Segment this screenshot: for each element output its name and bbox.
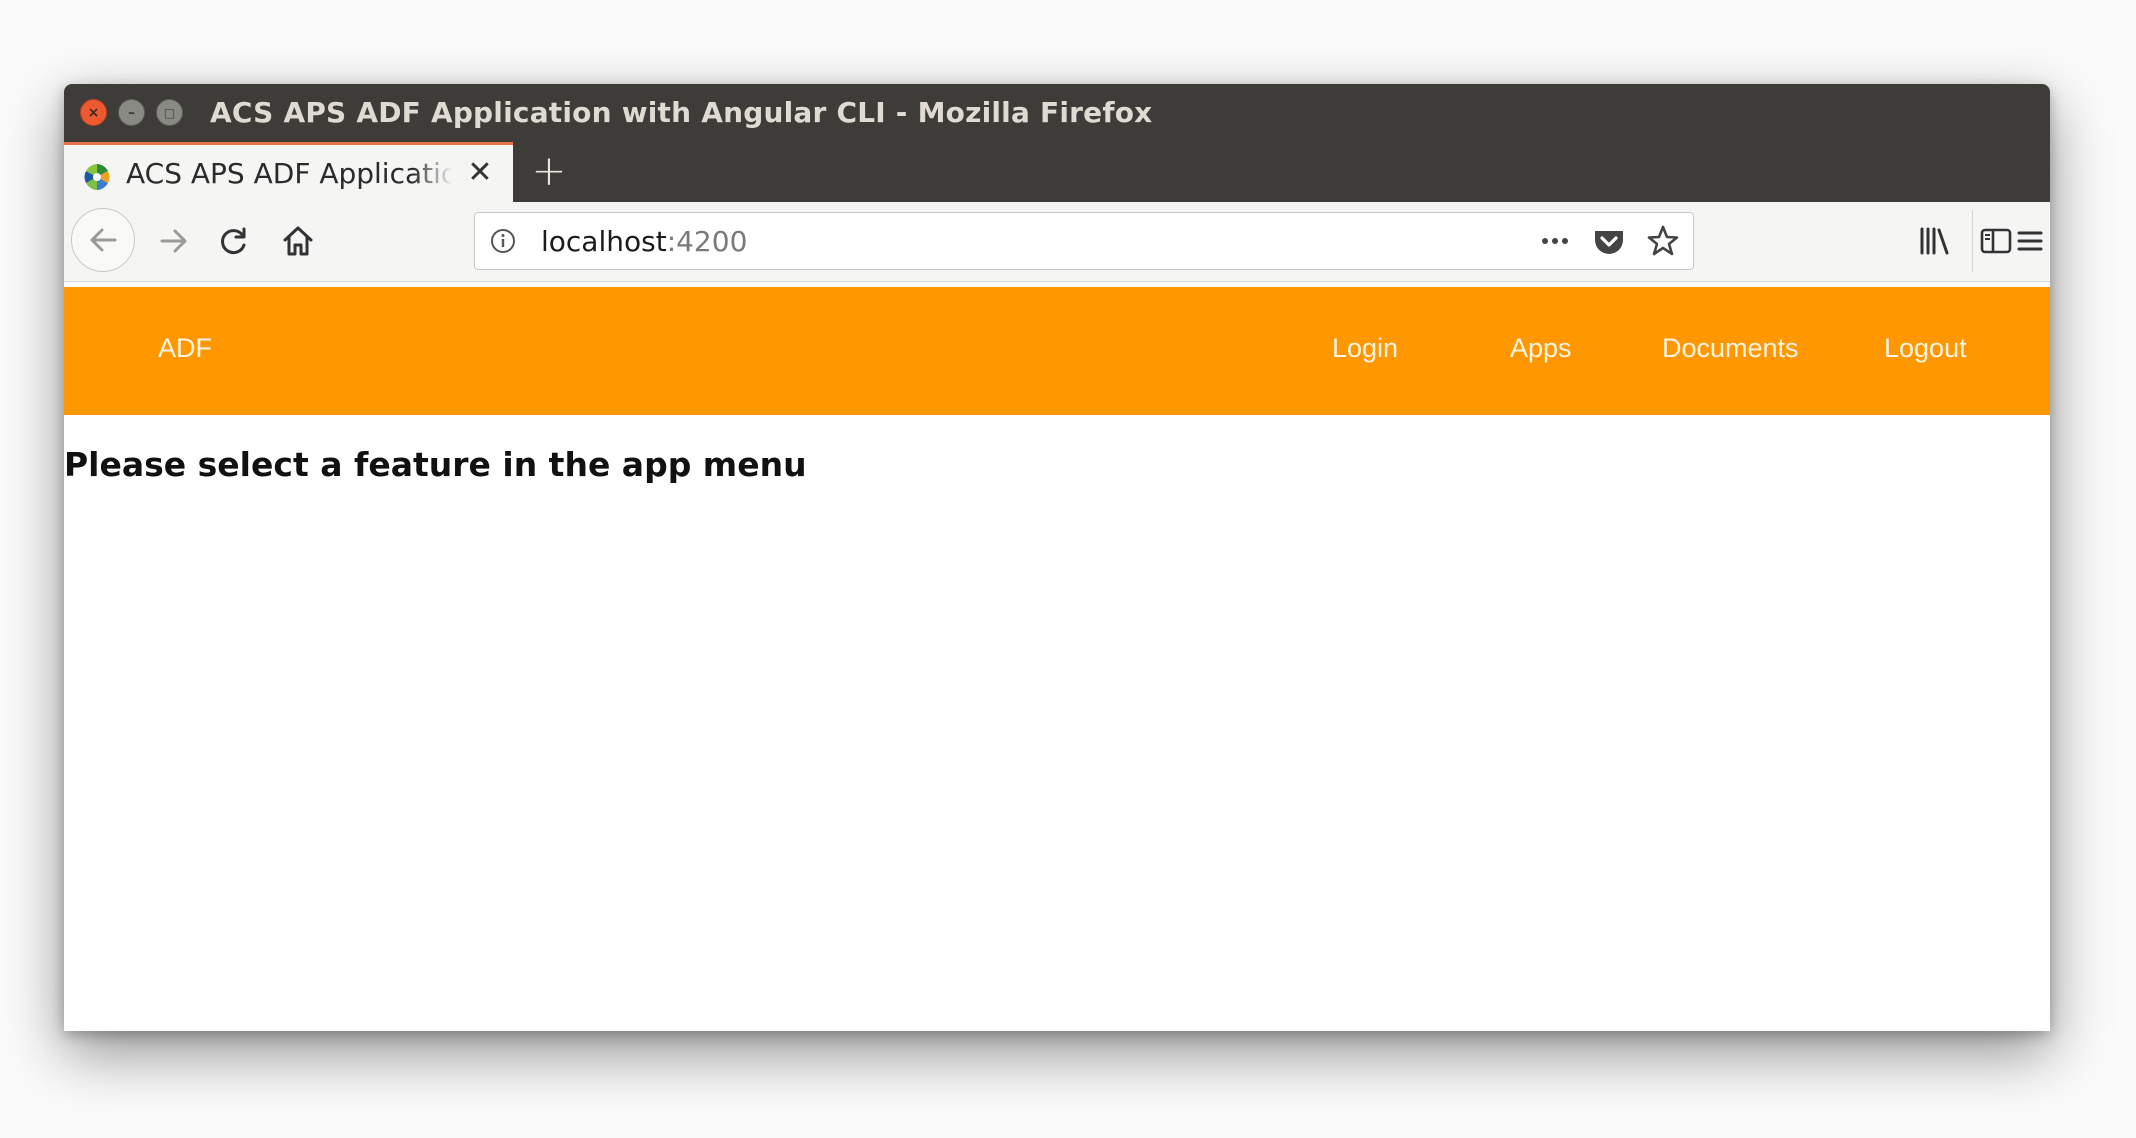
home-icon (283, 226, 313, 256)
tab-strip: ACS APS ADF Application with Angular CLI… (64, 142, 2050, 202)
back-icon (90, 228, 117, 252)
bookmark-button[interactable] (1645, 223, 1681, 259)
app-brand[interactable]: ADF (158, 333, 212, 364)
reload-button[interactable] (214, 221, 254, 261)
url-text[interactable]: localhost:4200 (541, 225, 747, 258)
url-host: localhost (541, 225, 667, 258)
page-actions-button[interactable] (1537, 223, 1573, 259)
menu-button[interactable] (2010, 221, 2050, 261)
window-minimize-button[interactable]: – (118, 99, 145, 126)
reload-icon (221, 227, 246, 255)
bookmark-star-icon (1647, 225, 1679, 256)
feature-prompt-heading: Please select a feature in the app menu (64, 445, 807, 484)
pocket-icon (1595, 231, 1623, 254)
tab-close-button[interactable]: ✕ (462, 155, 498, 191)
new-tab-button[interactable]: + (526, 148, 572, 194)
browser-window: × – □ ACS APS ADF Application with Angul… (64, 84, 2050, 1031)
library-icon (1920, 227, 1949, 255)
menu-icon (2017, 231, 2043, 251)
url-bar[interactable]: localhost:4200 (474, 212, 1694, 270)
url-port: :4200 (666, 225, 748, 258)
nav-apps-link[interactable]: Apps (1510, 333, 1572, 364)
close-icon: × (87, 104, 100, 121)
toolbar-separator (1972, 210, 1973, 272)
forward-button[interactable] (154, 221, 194, 261)
pocket-button[interactable] (1591, 223, 1627, 259)
nav-documents-link[interactable]: Documents (1662, 333, 1799, 364)
nav-logout-link[interactable]: Logout (1884, 333, 1967, 364)
minimize-icon: – (128, 104, 135, 121)
window-maximize-button[interactable]: □ (156, 99, 183, 126)
app-content: Please select a feature in the app menu (64, 415, 2050, 1031)
sidebar-icon (1980, 228, 2012, 254)
navigation-toolbar: localhost:4200 (64, 202, 2050, 282)
app-header: ADF Login Apps Documents Logout (64, 287, 2050, 415)
forward-icon (160, 229, 187, 253)
home-button[interactable] (278, 221, 318, 261)
library-button[interactable] (1914, 221, 1954, 261)
nav-login-link[interactable]: Login (1332, 333, 1398, 364)
alfresco-favicon-icon (84, 164, 110, 190)
window-titlebar[interactable]: × – □ ACS APS ADF Application with Angul… (64, 84, 2050, 142)
info-icon[interactable] (489, 227, 517, 255)
page-actions-icon (1542, 238, 1568, 244)
window-close-button[interactable]: × (80, 99, 107, 126)
tab-active[interactable]: ACS APS ADF Application with Angular CLI… (64, 142, 513, 202)
tab-label: ACS APS ADF Application with Angular CLI (126, 157, 452, 190)
maximize-icon: □ (163, 105, 176, 120)
window-title: ACS APS ADF Application with Angular CLI… (210, 96, 1153, 129)
back-button[interactable] (71, 208, 135, 272)
